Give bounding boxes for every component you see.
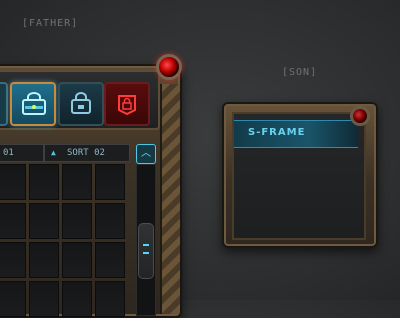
father-label: [FATHER]	[22, 18, 79, 29]
son-frame-body: S-FRAME	[232, 112, 366, 240]
son-red-gem-icon	[350, 106, 370, 126]
tab-inventory[interactable]	[10, 82, 56, 126]
sort-label: SORT 02	[67, 148, 105, 158]
grid-cell[interactable]	[95, 242, 125, 278]
grid-cell[interactable]	[0, 164, 26, 200]
grid-cell[interactable]	[29, 281, 59, 317]
grid-cell[interactable]	[62, 242, 92, 278]
grid-cell[interactable]	[95, 164, 125, 200]
tab-partial[interactable]	[0, 82, 8, 126]
scrollbar-track[interactable]	[136, 164, 156, 316]
father-side-rail	[160, 84, 180, 314]
grid-cell[interactable]	[62, 281, 92, 317]
grid-cell[interactable]	[95, 203, 125, 239]
tab-locked[interactable]	[104, 82, 150, 126]
grid-cell[interactable]	[0, 281, 26, 317]
son-frame: S-FRAME	[222, 102, 378, 248]
lock-icon	[118, 95, 136, 116]
sort-field-01-label: 01	[3, 148, 14, 158]
scroll-up-button[interactable]: ︿	[136, 144, 156, 164]
son-frame-title: S-FRAME	[248, 127, 306, 138]
grid-cell[interactable]	[62, 203, 92, 239]
grid-cell[interactable]	[29, 242, 59, 278]
sort-field-01[interactable]: 01	[0, 144, 44, 162]
grid-cell[interactable]	[29, 164, 59, 200]
chevron-up-icon: ︿	[141, 148, 151, 159]
father-red-gem-icon	[156, 54, 182, 80]
father-tab-bar	[0, 70, 160, 130]
father-frame: 01 ▲ SORT 02 ︿	[0, 54, 188, 318]
bag-icon	[22, 92, 46, 115]
bag-lock-icon	[71, 92, 91, 114]
son-label: [SON]	[282, 67, 318, 78]
grid-cell[interactable]	[0, 242, 26, 278]
scrollbar-thumb[interactable]	[138, 223, 154, 279]
tab-bag-locked[interactable]	[58, 82, 104, 126]
son-header-bar: S-FRAME	[234, 120, 358, 148]
sort-button[interactable]: ▲ SORT 02	[44, 144, 130, 162]
sort-up-arrow-icon: ▲	[51, 148, 56, 157]
grid-cell[interactable]	[0, 203, 26, 239]
inventory-grid	[0, 164, 128, 317]
grid-cell[interactable]	[62, 164, 92, 200]
grid-cell[interactable]	[95, 281, 125, 317]
grid-cell[interactable]	[29, 203, 59, 239]
